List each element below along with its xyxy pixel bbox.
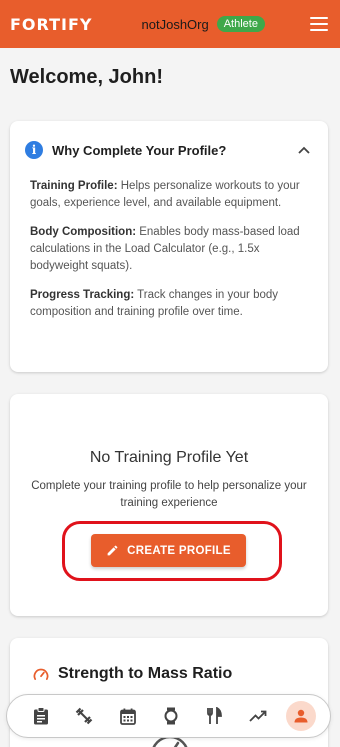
why-card-header[interactable]: i Why Complete Your Profile? bbox=[25, 141, 313, 159]
why-card-title: Why Complete Your Profile? bbox=[52, 142, 227, 158]
org-name: notJoshOrg bbox=[141, 16, 209, 32]
brand-logo[interactable]: FORTIFY bbox=[10, 15, 93, 34]
speedometer-icon bbox=[33, 668, 49, 680]
no-profile-card: No Training Profile Yet Complete your tr… bbox=[10, 394, 328, 616]
no-profile-title: No Training Profile Yet bbox=[89, 449, 249, 466]
pencil-icon bbox=[107, 545, 118, 556]
person-icon[interactable] bbox=[285, 701, 316, 731]
benefit-item: Progress Tracking: Track changes in your… bbox=[30, 287, 310, 321]
benefit-term: Training Profile: bbox=[30, 180, 118, 192]
why-card-body: Training Profile: Helps personalize work… bbox=[30, 178, 310, 333]
bottom-nav bbox=[6, 694, 331, 738]
benefit-term: Body Composition: bbox=[30, 226, 137, 238]
benefit-item: Training Profile: Helps personalize work… bbox=[30, 178, 310, 212]
calendar-icon[interactable] bbox=[113, 701, 143, 731]
clipboard-icon[interactable] bbox=[26, 701, 56, 731]
strength-header: Strength to Mass Ratio bbox=[32, 665, 232, 683]
role-badge: Athlete bbox=[216, 16, 265, 32]
chevron-up-icon[interactable] bbox=[295, 141, 313, 159]
menu-icon[interactable] bbox=[310, 17, 328, 31]
welcome-heading: Welcome, John! bbox=[10, 66, 163, 88]
exercise-icon[interactable] bbox=[69, 701, 99, 731]
no-profile-description: Complete your training profile to help p… bbox=[31, 480, 307, 509]
top-app-bar: FORTIFY notJoshOrg Athlete bbox=[0, 0, 340, 48]
trending-up-icon[interactable] bbox=[243, 701, 273, 731]
watch-icon[interactable] bbox=[156, 701, 186, 731]
create-profile-label: CREATE PROFILE bbox=[127, 544, 231, 557]
strength-title: Strength to Mass Ratio bbox=[58, 665, 233, 682]
why-complete-profile-card: i Why Complete Your Profile? Training Pr… bbox=[10, 121, 328, 372]
create-profile-button[interactable]: CREATE PROFILE bbox=[91, 534, 246, 567]
utensils-icon[interactable] bbox=[199, 701, 229, 731]
benefit-term: Progress Tracking: bbox=[30, 289, 135, 301]
benefit-item: Body Composition: Enables body mass-base… bbox=[30, 224, 310, 275]
info-icon: i bbox=[25, 141, 43, 159]
